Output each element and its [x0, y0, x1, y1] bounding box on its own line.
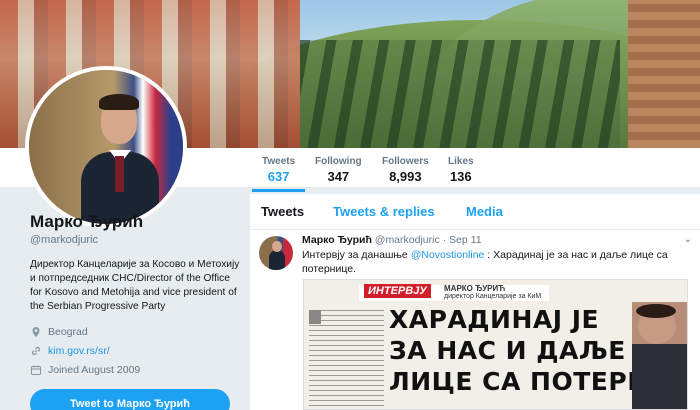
tab-media[interactable]: Media	[466, 204, 503, 219]
news-portrait-photo	[632, 302, 687, 409]
stat-value: 347	[327, 169, 350, 184]
profile-website: kim.gov.rs/sr/	[30, 341, 240, 360]
tweet-to-button[interactable]: Tweet to Марко Ђурић	[30, 389, 230, 410]
news-column-text	[309, 310, 384, 409]
stat-tweets[interactable]: Tweets 637	[251, 156, 306, 192]
profile-bio: Директор Канцеларије за Косово и Метохиј…	[30, 259, 240, 312]
profile-joined: Joined August 2009	[30, 360, 240, 379]
location-text: Beograd	[48, 325, 88, 338]
news-author: МАРКО ЂУРИЋ директор Канцеларије за КиМ	[444, 284, 542, 301]
stat-value: 8,993	[389, 169, 422, 184]
tab-tweets-and-replies[interactable]: Tweets & replies	[333, 204, 435, 219]
tweet-avatar[interactable]	[259, 236, 293, 270]
tweet-mention-link[interactable]: @Novostionline	[411, 249, 485, 261]
tweet-header: Марко Ђурић @markodjuric · Sep 11	[302, 234, 482, 246]
stat-label: Tweets	[262, 156, 296, 167]
stat-followers[interactable]: Followers 8,993	[382, 156, 429, 184]
timeline-tabs: Tweets Tweets & replies Media	[250, 194, 700, 230]
stat-likes[interactable]: Likes 136	[448, 156, 474, 184]
tweet-author-name[interactable]: Марко Ђурић	[302, 234, 372, 246]
profile-avatar[interactable]	[25, 66, 187, 228]
news-tag: ИНТЕРВЈУ	[364, 284, 431, 298]
tweet-date[interactable]: · Sep 11	[443, 234, 482, 246]
joined-text: Joined August 2009	[48, 363, 141, 376]
profile-name[interactable]: Марко Ђурић	[30, 212, 240, 232]
tweet-author-handle[interactable]: @markodjuric	[375, 234, 440, 246]
tweet-media-image[interactable]: ИНТЕРВЈУ МАРКО ЂУРИЋ директор Канцелариј…	[303, 279, 688, 410]
banner-tower-image	[628, 0, 700, 148]
map-pin-icon	[32, 326, 40, 337]
website-link[interactable]: kim.gov.rs/sr/	[48, 345, 110, 357]
calendar-icon	[31, 365, 41, 375]
stat-label: Likes	[448, 156, 474, 167]
stat-following[interactable]: Following 347	[315, 156, 362, 184]
stat-value: 637	[267, 169, 290, 184]
stat-value: 136	[449, 169, 472, 184]
tab-tweets[interactable]: Tweets	[261, 204, 304, 219]
profile-card: Марко Ђурић @markodjuric Директор Канцел…	[30, 212, 240, 379]
tweet-text: Интервју за данашње @Novostionline : Хар…	[302, 249, 668, 275]
stat-label: Followers	[382, 156, 429, 167]
profile-location: Beograd	[30, 322, 240, 341]
profile-handle[interactable]: @markodjuric	[30, 234, 240, 246]
link-icon	[31, 346, 41, 355]
chevron-down-icon[interactable]: ⌄	[684, 234, 692, 245]
stat-label: Following	[315, 156, 362, 167]
